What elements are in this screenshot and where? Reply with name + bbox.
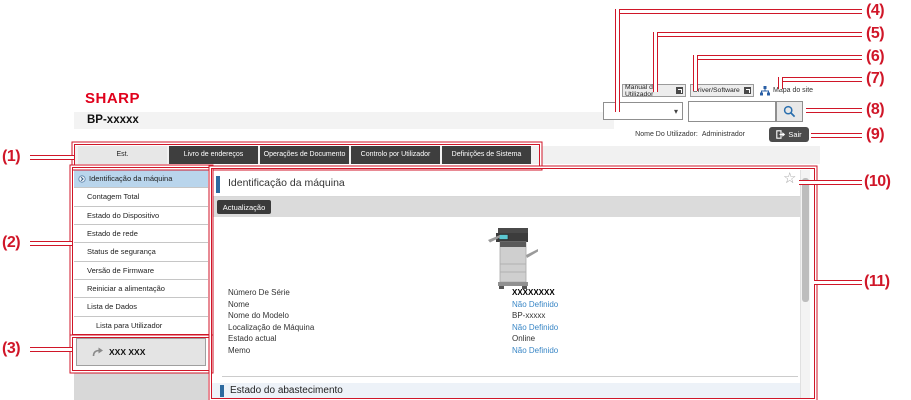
user-name-label: Nome Do Utilizador: <box>635 131 698 138</box>
logout-label: Sair <box>788 130 801 139</box>
manual-link-label: Manual do Utilizador <box>625 84 676 98</box>
chevron-down-icon: ▾ <box>674 107 678 116</box>
callout-line-1 <box>30 155 74 160</box>
callout-line-4 <box>615 9 862 14</box>
callout-line-6-drop <box>693 55 698 91</box>
search-button[interactable] <box>776 101 803 122</box>
callout-line-8 <box>806 108 862 113</box>
callout-line-7 <box>778 77 862 82</box>
driver-link-button[interactable]: Driver/Software <box>690 84 754 97</box>
model-name: BP-xxxxx <box>87 114 139 126</box>
annotation-box-sidebar <box>72 167 211 335</box>
callout-label-9: (9) <box>866 126 884 144</box>
logout-button[interactable]: Sair <box>769 127 809 142</box>
annotation-box-tabs <box>74 144 540 168</box>
callout-label-10: (10) <box>864 173 890 191</box>
callout-line-5-drop <box>653 32 658 92</box>
callout-line-6 <box>693 55 862 60</box>
external-link-icon <box>744 87 751 94</box>
callout-line-9 <box>811 133 862 138</box>
page-canvas: SHARP BP-xxxxx Manual do Utilizador Driv… <box>0 0 911 400</box>
search-icon <box>783 105 796 118</box>
callout-label-5: (5) <box>866 25 884 43</box>
external-link-icon <box>676 87 683 94</box>
callout-line-11 <box>814 280 862 285</box>
callout-line-4-drop <box>615 9 620 112</box>
sharp-logo: SHARP <box>85 90 140 107</box>
callout-line-3 <box>30 347 72 352</box>
callout-line-7-drop <box>778 77 783 89</box>
driver-link-label: Driver/Software <box>693 87 740 94</box>
callout-line-5 <box>653 32 862 37</box>
annotation-box-content <box>211 168 815 399</box>
user-name-value: Administrador <box>702 131 745 138</box>
callout-line-2 <box>30 241 72 246</box>
sidebar-footer <box>74 373 208 400</box>
callout-label-7: (7) <box>866 70 884 88</box>
model-strip <box>74 112 614 129</box>
callout-label-1: (1) <box>2 148 20 166</box>
logout-icon <box>776 130 785 139</box>
callout-label-8: (8) <box>866 101 884 119</box>
sitemap-icon <box>760 86 770 96</box>
sitemap-link[interactable]: Mapa do site <box>760 84 813 97</box>
callout-label-6: (6) <box>866 48 884 66</box>
callout-line-10 <box>799 180 862 185</box>
callout-label-2: (2) <box>2 234 20 252</box>
callout-label-4: (4) <box>866 2 884 20</box>
search-input[interactable] <box>688 101 776 122</box>
callout-label-11: (11) <box>864 273 890 291</box>
annotation-box-custom-link <box>72 337 211 371</box>
callout-label-3: (3) <box>2 340 20 358</box>
user-info: Nome Do Utilizador: Administrador <box>560 131 745 138</box>
